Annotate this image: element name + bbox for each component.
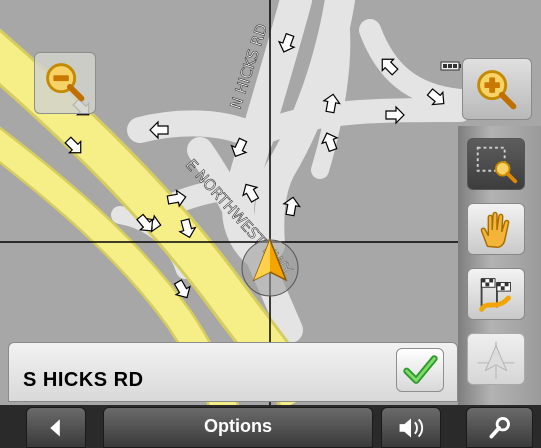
route-button[interactable]	[467, 268, 525, 320]
zoom-in-button[interactable]	[462, 58, 532, 120]
speaker-icon	[399, 418, 424, 438]
street-name: S HICKS RD	[23, 369, 144, 391]
north-arrow-icon	[477, 341, 515, 379]
options-label: Options	[204, 416, 272, 436]
search-icon	[489, 417, 510, 439]
map-screen: N HICKS RD E NORTHWEST HWY S HICKS RD Op…	[0, 0, 541, 448]
select-area-button[interactable]	[467, 138, 525, 190]
zoom-in-icon	[477, 70, 517, 110]
tool-panel	[458, 126, 541, 406]
battery-icon	[440, 61, 461, 71]
north-up-button[interactable]	[467, 333, 525, 385]
zoom-out-icon	[46, 63, 85, 102]
select-area-icon	[476, 146, 518, 184]
position-marker	[241, 237, 299, 297]
bottom-bar: Options	[0, 405, 541, 448]
street-name-bar: S HICKS RD	[8, 342, 458, 402]
volume-button[interactable]	[381, 407, 441, 448]
checkmark-icon	[403, 355, 438, 384]
back-button[interactable]	[26, 407, 86, 448]
route-flags-icon	[479, 278, 511, 312]
search-button[interactable]	[466, 407, 533, 448]
options-button[interactable]: Options	[103, 407, 373, 448]
zoom-out-button[interactable]	[34, 52, 96, 114]
confirm-button[interactable]	[396, 348, 444, 392]
back-arrow-icon	[50, 419, 60, 437]
hand-icon	[480, 211, 510, 248]
pan-button[interactable]	[467, 203, 525, 255]
